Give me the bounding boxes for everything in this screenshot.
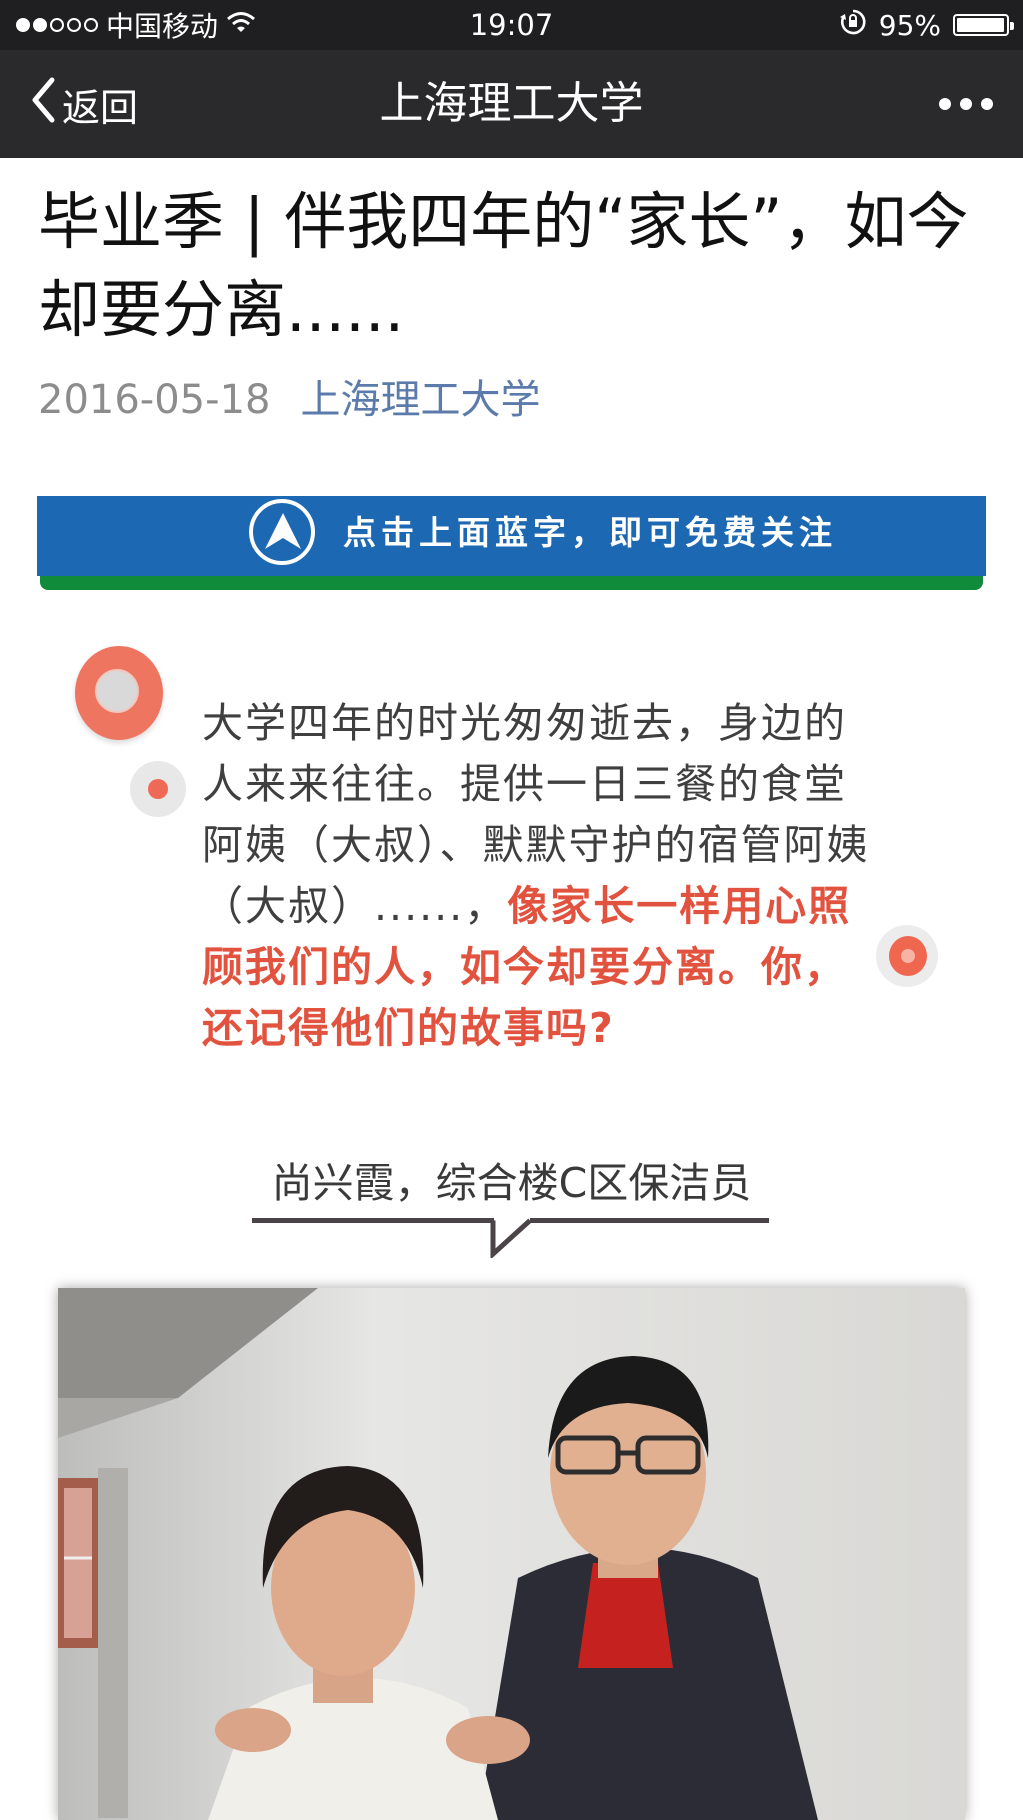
publish-date: 2016-05-18	[38, 377, 271, 423]
follow-banner-text: 点击上面蓝字，即可免费关注	[343, 513, 837, 552]
battery-percent: 95%	[878, 8, 941, 42]
nav-title: 上海理工大学	[379, 78, 644, 129]
orientation-lock-icon	[839, 8, 867, 43]
battery-icon	[953, 14, 1014, 36]
decorative-bubble-small	[130, 761, 186, 817]
navigation-bar: 返回 上海理工大学	[0, 50, 1023, 158]
staff-photo[interactable]	[58, 1288, 965, 1820]
article-title: 毕业季 | 伴我四年的“家长”，如今却要分离......	[38, 185, 969, 346]
intro-paragraph: 大学四年的时光匆匆逝去，身边的人来来往往。提供一日三餐的食堂阿姨（大叔）、默默守…	[202, 693, 872, 1059]
arrow-up-icon	[249, 499, 315, 565]
status-bar: 中国移动 19:07 95%	[0, 0, 1023, 50]
section-caption: 尚兴霞，综合楼C区保洁员	[271, 1159, 752, 1207]
article-meta: 2016-05-18 上海理工大学	[38, 372, 540, 428]
more-dots-icon[interactable]	[939, 74, 993, 134]
account-link[interactable]: 上海理工大学	[300, 372, 540, 428]
photo-illustration	[58, 1288, 965, 1820]
status-right: 95%	[839, 6, 1014, 44]
banner-green-stripe	[40, 576, 983, 590]
decorative-bubble-large	[75, 646, 163, 740]
decorative-bubble-right	[876, 925, 938, 987]
follow-banner[interactable]: 点击上面蓝字，即可免费关注	[37, 496, 986, 576]
speech-notch-icon	[490, 1216, 532, 1258]
